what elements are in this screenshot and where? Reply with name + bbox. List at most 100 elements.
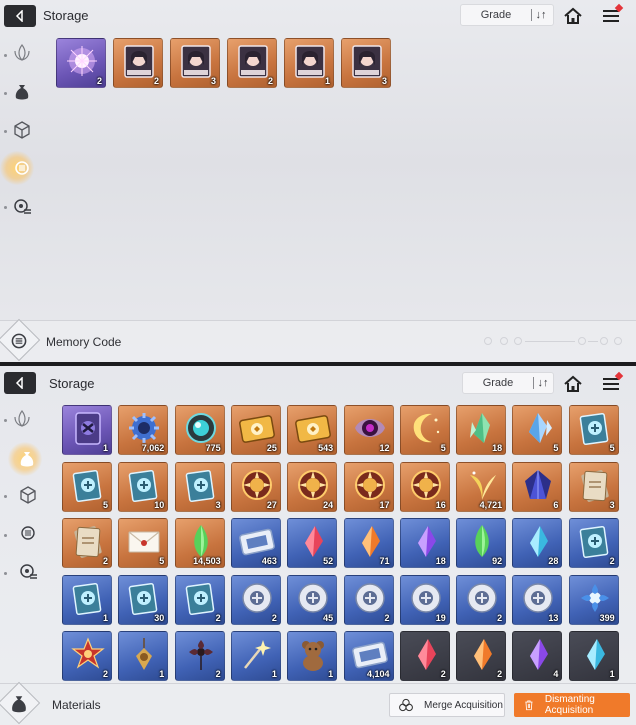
inventory-item[interactable]: 3 [341,38,391,88]
inventory-item[interactable]: 2 [399,631,450,681]
inventory-item[interactable]: 5 [399,405,450,455]
inventory-item[interactable]: 2 [456,631,507,681]
inventory-item[interactable]: 2 [227,38,277,88]
inventory-item[interactable]: 6 [512,461,563,512]
sort-order-icon[interactable]: ↓↑ [532,9,550,21]
grade-label: Grade [480,9,512,21]
inventory-item[interactable]: 1 [230,631,281,681]
inventory-item[interactable]: 2 [62,631,112,681]
inventory-item[interactable]: 3 [174,461,225,512]
inventory-item[interactable]: 71 [343,518,394,568]
character-card-icon [295,45,325,78]
inventory-item[interactable]: 463 [230,518,281,568]
dismantle-acquisition-button[interactable]: Dismanting Acquisition [514,693,630,717]
back-button[interactable] [4,372,36,394]
inventory-item[interactable]: 1 [568,631,619,681]
home-icon[interactable] [563,374,583,394]
inventory-item[interactable]: 92 [456,518,507,568]
sidebar-tab-memory-core[interactable] [16,521,40,545]
sort-order-icon[interactable]: ↓↑ [534,377,552,389]
inventory-item[interactable]: 2 [113,38,163,88]
inventory-item[interactable]: 4,104 [343,631,394,681]
silver-medal-icon [298,582,328,613]
red-shard-icon [305,526,324,557]
home-icon[interactable] [563,6,583,26]
inventory-item[interactable]: 14,503 [174,518,225,568]
dark-gem-icon [525,469,552,499]
inventory-item[interactable]: 2 [56,38,106,88]
item-count: 45 [323,612,334,623]
inventory-item[interactable]: 399 [568,574,619,625]
inventory-item[interactable]: 52 [287,518,338,568]
inventory-item[interactable]: 12 [343,405,394,455]
inventory-item[interactable]: 5 [568,405,619,455]
item-count: 2 [96,76,102,86]
decorative-line [525,341,575,342]
grade-sort-dropdown[interactable]: Grade ↓↑ [460,4,554,26]
inventory-item[interactable]: 25 [230,405,281,455]
inventory-item[interactable]: 24 [287,461,338,512]
merge-acquisition-button[interactable]: Merge Acquisition [389,693,505,717]
sidebar-tab-pouch[interactable] [10,80,34,104]
dark-flower-icon [188,640,213,670]
back-button[interactable] [4,5,36,27]
inventory-item[interactable]: 1 [62,405,112,455]
sidebar-tab-leaf[interactable] [10,41,34,65]
sidebar-tab-memory-core[interactable] [10,156,34,180]
book-icon [72,469,102,502]
inventory-item[interactable]: 2 [456,574,507,625]
dark-eye-icon [354,419,385,437]
item-count: 30 [154,612,165,623]
inventory-item[interactable]: 7,062 [118,405,169,455]
memory-core-icon [11,333,27,349]
inventory-item[interactable]: 4 [512,631,563,681]
inventory-item[interactable]: 5 [62,461,112,512]
sidebar-tab-disc[interactable] [16,560,40,584]
sidebar-tab-pouch[interactable] [15,447,39,471]
sidebar-tab-cube[interactable] [10,118,34,142]
inventory-item[interactable]: 13 [512,574,563,625]
inventory-item[interactable]: 5 [512,405,563,455]
inventory-item[interactable]: 1 [62,574,112,625]
inventory-item[interactable]: 3 [170,38,220,88]
inventory-item[interactable]: 10 [118,461,169,512]
item-count: 5 [609,443,615,453]
gold-ticket-icon [295,415,332,443]
item-count: 14,503 [193,556,221,566]
inventory-item[interactable]: 775 [174,405,225,455]
inventory-item[interactable]: 2 [62,518,112,568]
inventory-item[interactable]: 18 [456,405,507,455]
inventory-item[interactable]: 3 [568,461,619,512]
inventory-item[interactable]: 1 [287,631,338,681]
inventory-item[interactable]: 2 [174,574,225,625]
inventory-item[interactable]: 543 [287,405,338,455]
trash-icon [525,700,533,711]
item-count: 3 [215,499,221,510]
red-shard-icon [417,639,436,670]
decorative-circle [514,337,522,345]
inventory-item[interactable]: 5 [118,518,169,568]
item-count: 7,062 [141,443,165,453]
inventory-item[interactable]: 18 [399,518,450,568]
inventory-item[interactable]: 4,721 [456,461,507,512]
inventory-item[interactable]: 27 [230,461,281,512]
inventory-item[interactable]: 2 [343,574,394,625]
inventory-item[interactable]: 28 [512,518,563,568]
inventory-item[interactable]: 45 [287,574,338,625]
inventory-item[interactable]: 19 [399,574,450,625]
inventory-item[interactable]: 2 [568,518,619,568]
character-card-icon [124,45,154,78]
sidebar-tab-disc[interactable] [10,195,34,219]
inventory-item[interactable]: 1 [284,38,334,88]
inventory-item[interactable]: 2 [174,631,225,681]
sidebar-tab-cube[interactable] [16,483,40,507]
inventory-item[interactable]: 2 [230,574,281,625]
sidebar-tab-leaf[interactable] [10,407,34,431]
medal-icon [354,469,385,500]
inventory-item[interactable]: 17 [343,461,394,512]
inventory-item[interactable]: 16 [399,461,450,512]
gold-leaf-icon [470,471,497,500]
inventory-item[interactable]: 1 [118,631,169,681]
inventory-item[interactable]: 30 [118,574,169,625]
grade-sort-dropdown[interactable]: Grade ↓↑ [462,372,554,394]
